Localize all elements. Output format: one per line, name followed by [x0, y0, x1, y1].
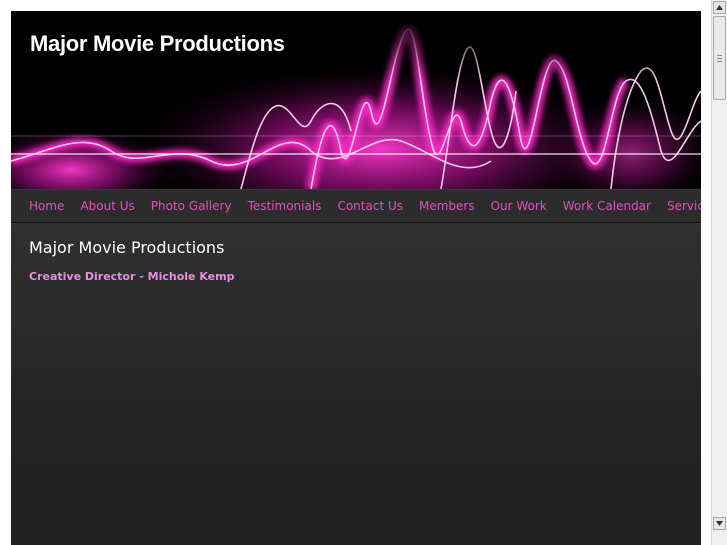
page-container: Major Movie Productions Home About Us Ph… — [11, 11, 701, 545]
nav-item-testimonials[interactable]: Testimonials — [240, 199, 330, 213]
nav-item-contact-us[interactable]: Contact Us — [329, 199, 411, 213]
nav-item-services[interactable]: Services — [659, 199, 701, 213]
nav-item-photo-gallery[interactable]: Photo Gallery — [143, 199, 240, 213]
site-title[interactable]: Major Movie Productions — [30, 31, 285, 57]
arrow-down-icon — [716, 521, 723, 526]
scrollbar-thumb[interactable] — [713, 16, 726, 100]
scroll-up-button[interactable] — [713, 1, 726, 14]
main-navigation: Home About Us Photo Gallery Testimonials… — [11, 189, 701, 223]
arrow-up-icon — [716, 5, 723, 10]
nav-item-work-calendar[interactable]: Work Calendar — [555, 199, 659, 213]
vertical-scrollbar[interactable] — [711, 0, 727, 545]
scroll-down-button[interactable] — [713, 517, 726, 530]
nav-item-home[interactable]: Home — [21, 199, 72, 213]
nav-item-about-us[interactable]: About Us — [72, 199, 142, 213]
nav-item-members[interactable]: Members — [411, 199, 483, 213]
header-banner: Major Movie Productions — [11, 11, 701, 189]
creative-director-credit: Creative Director - Michole Kemp — [29, 270, 235, 283]
nav-item-our-work[interactable]: Our Work — [483, 199, 555, 213]
page-title: Major Movie Productions — [29, 238, 225, 257]
main-content: Major Movie Productions Creative Directo… — [11, 223, 701, 545]
